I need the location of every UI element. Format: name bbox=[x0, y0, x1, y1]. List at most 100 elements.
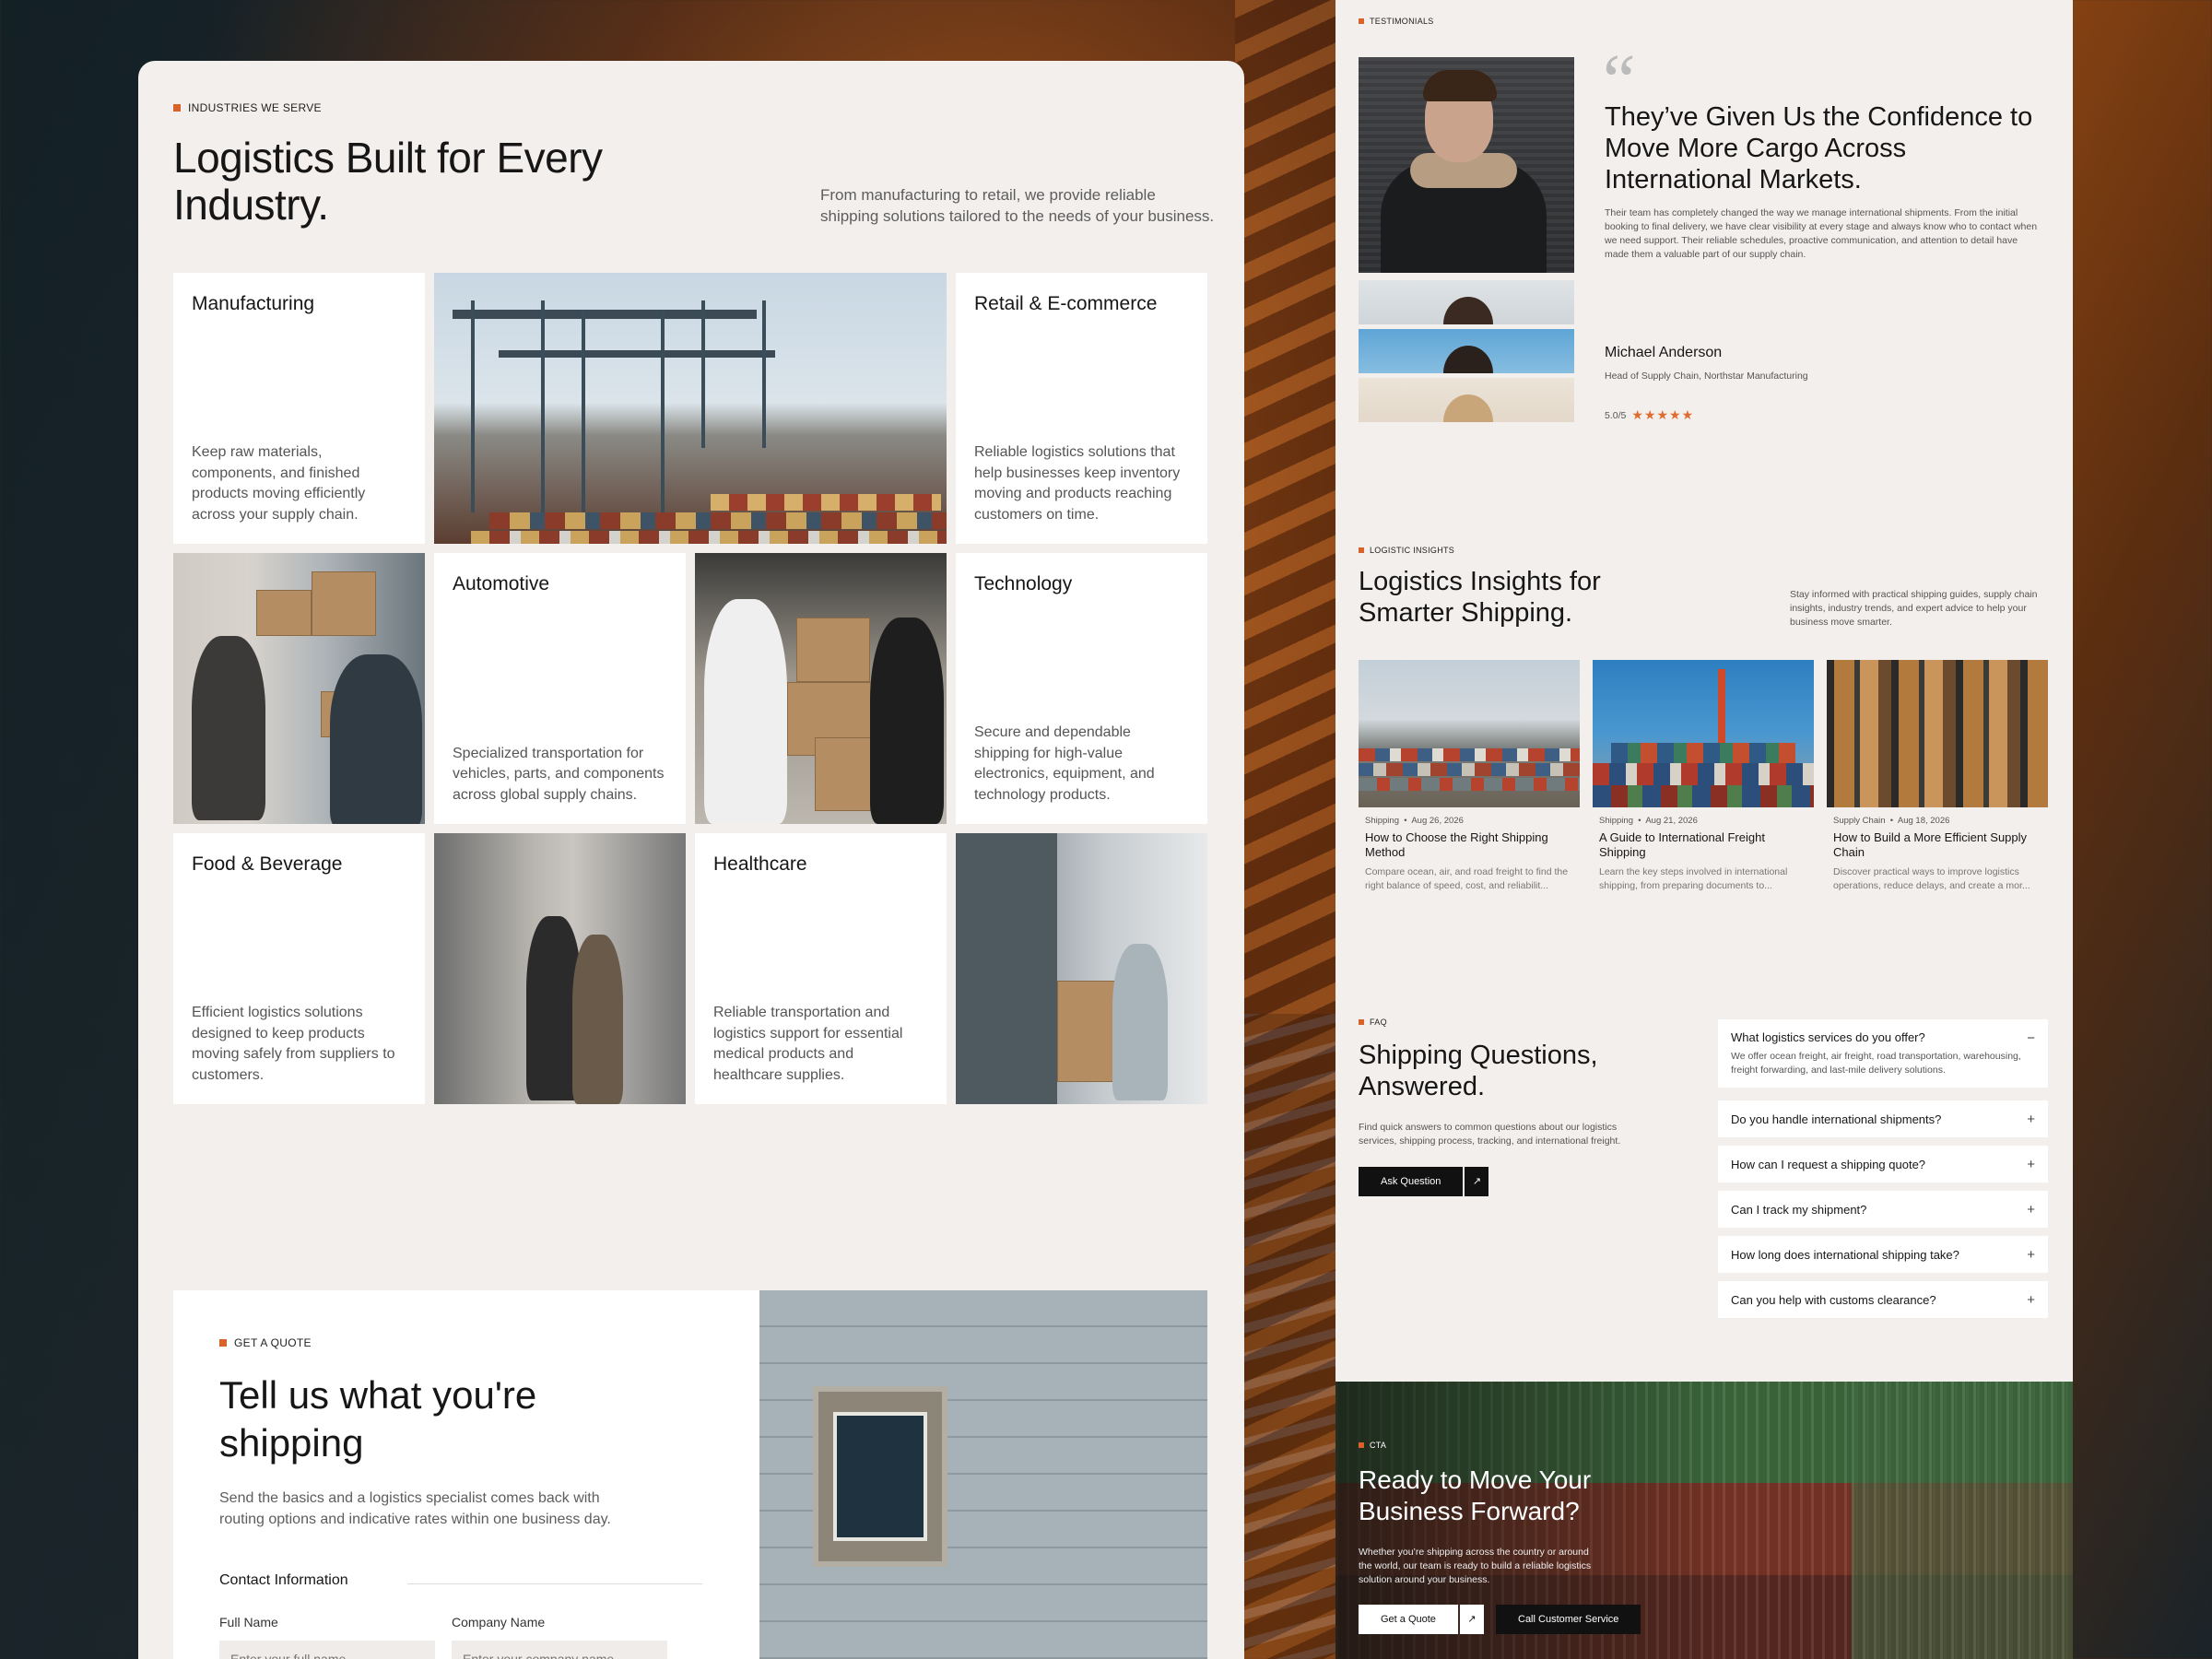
call-customer-service-button[interactable]: Call Customer Service bbox=[1496, 1605, 1641, 1634]
company-name-input[interactable] bbox=[452, 1641, 667, 1659]
industry-card-text: Specialized transportation for vehicles,… bbox=[453, 745, 665, 803]
faq-title: Shipping Questions, Answered. bbox=[1359, 1041, 1598, 1101]
post-excerpt: Compare ocean, air, and road freight to … bbox=[1365, 866, 1569, 891]
crane-leg bbox=[701, 300, 766, 448]
industry-card-title: Automotive bbox=[453, 573, 550, 594]
industry-card-food-beverage[interactable]: Food & Beverage Efficient logistics solu… bbox=[173, 833, 425, 1104]
ask-question-label[interactable]: Ask Question bbox=[1359, 1167, 1464, 1196]
arrow-up-right-icon[interactable]: ↗ bbox=[1459, 1605, 1484, 1634]
industry-card-automotive[interactable]: Automotive Specialized transportation fo… bbox=[434, 553, 686, 824]
container-wall bbox=[1852, 1382, 2073, 1659]
worker-figure bbox=[192, 636, 265, 820]
tag-square-icon bbox=[1359, 1442, 1364, 1448]
crane-leg bbox=[471, 300, 545, 512]
plus-icon[interactable]: + bbox=[2027, 1202, 2035, 1218]
plus-icon[interactable]: + bbox=[2027, 1112, 2035, 1127]
minus-icon[interactable]: − bbox=[2027, 1030, 2035, 1046]
industry-card-healthcare[interactable]: Healthcare Reliable transportation and l… bbox=[695, 833, 947, 1104]
plus-icon[interactable]: + bbox=[2027, 1157, 2035, 1172]
testimonial-rating: 5.0/5 ★★★★★ bbox=[1605, 407, 1694, 423]
post-title[interactable]: A Guide to International Freight Shippin… bbox=[1599, 830, 1811, 860]
tag-square-icon bbox=[173, 104, 181, 112]
worker-figure bbox=[330, 654, 422, 824]
testimonial-thumb[interactable] bbox=[1359, 378, 1574, 422]
industry-card-manufacturing[interactable]: Manufacturing Keep raw materials, compon… bbox=[173, 273, 425, 544]
cta-tag: CTA bbox=[1359, 1441, 1386, 1450]
get-quote-label[interactable]: Get a Quote bbox=[1359, 1605, 1458, 1634]
faq-item[interactable]: How long does international shipping tak… bbox=[1718, 1236, 2048, 1273]
industries-tag: Industries We Serve bbox=[173, 101, 322, 114]
post-image bbox=[1359, 660, 1580, 807]
rating-text: 5.0/5 bbox=[1605, 409, 1627, 421]
insight-post[interactable]: Shipping • Aug 21, 2026 A Guide to Inter… bbox=[1593, 660, 1814, 893]
post-title[interactable]: How to Build a More Efficient Supply Cha… bbox=[1833, 830, 2045, 860]
faq-question[interactable]: Do you handle international shipments? bbox=[1731, 1112, 1941, 1126]
full-name-input[interactable] bbox=[219, 1641, 435, 1659]
van-door bbox=[956, 833, 1057, 1104]
testimonial-thumb[interactable] bbox=[1359, 280, 1574, 324]
industry-card-title: Food & Beverage bbox=[192, 853, 343, 875]
post-meta: Shipping • Aug 26, 2026 bbox=[1365, 816, 1464, 826]
faq-item-open[interactable]: What logistics services do you offer? − W… bbox=[1718, 1019, 2048, 1088]
window bbox=[813, 1386, 947, 1567]
warehouse-aisle-photo bbox=[434, 833, 686, 1104]
arrow-up-right-icon[interactable]: ↗ bbox=[1465, 1167, 1489, 1196]
faq-item[interactable]: How can I request a shipping quote? + bbox=[1718, 1146, 2048, 1182]
plus-icon[interactable]: + bbox=[2027, 1247, 2035, 1263]
full-name-label: Full Name bbox=[219, 1615, 278, 1630]
insight-post[interactable]: Shipping • Aug 26, 2026 How to Choose th… bbox=[1359, 660, 1580, 893]
tag-square-icon bbox=[1359, 547, 1364, 553]
worker-figure bbox=[704, 599, 787, 824]
industry-card-technology[interactable]: Technology Secure and dependable shippin… bbox=[956, 553, 1207, 824]
plus-icon[interactable]: + bbox=[2027, 1292, 2035, 1308]
container-stack bbox=[489, 512, 947, 529]
post-meta: Supply Chain • Aug 18, 2026 bbox=[1833, 816, 1950, 826]
quote-title: Tell us what you're shipping bbox=[219, 1373, 537, 1465]
industry-card-text: Reliable logistics solutions that help b… bbox=[974, 444, 1181, 523]
post-meta: Shipping • Aug 21, 2026 bbox=[1599, 816, 1698, 826]
van-loading-photo bbox=[956, 833, 1207, 1104]
insights-intro: Stay informed with practical shipping gu… bbox=[1790, 589, 2038, 628]
post-image bbox=[1827, 660, 2048, 807]
quote-text: Send the basics and a logistics speciali… bbox=[219, 1490, 611, 1527]
company-name-label: Company Name bbox=[452, 1615, 546, 1630]
faq-question[interactable]: What logistics services do you offer? bbox=[1731, 1030, 1925, 1046]
faq-question[interactable]: Can you help with customs clearance? bbox=[1731, 1293, 1936, 1307]
delivery-boxes-photo bbox=[695, 553, 947, 824]
industry-card-retail[interactable]: Retail & E-commerce Reliable logistics s… bbox=[956, 273, 1207, 544]
faq-item[interactable]: Do you handle international shipments? + bbox=[1718, 1100, 2048, 1137]
industry-card-title: Manufacturing bbox=[192, 293, 315, 314]
insights-title: Logistics Insights for Smarter Shipping. bbox=[1359, 567, 1601, 628]
worker-figure bbox=[572, 935, 623, 1104]
ask-question-button[interactable]: Ask Question ↗ bbox=[1359, 1167, 1489, 1196]
faq-question[interactable]: How can I request a shipping quote? bbox=[1731, 1158, 1925, 1171]
hair bbox=[1423, 70, 1497, 101]
testimonial-thumb[interactable] bbox=[1359, 329, 1574, 373]
industries-grid: Manufacturing Keep raw materials, compon… bbox=[173, 273, 1207, 1106]
faq-question[interactable]: How long does international shipping tak… bbox=[1731, 1248, 1959, 1262]
container-stack bbox=[471, 531, 947, 544]
crane-leg bbox=[582, 310, 665, 512]
industry-card-title: Retail & E-commerce bbox=[974, 293, 1158, 314]
faq-question[interactable]: Can I track my shipment? bbox=[1731, 1203, 1866, 1217]
faq-item[interactable]: Can I track my shipment? + bbox=[1718, 1191, 2048, 1228]
faq-intro: Find quick answers to common questions a… bbox=[1359, 1122, 1621, 1147]
quote-tag: Get a Quote bbox=[219, 1336, 312, 1349]
cta-title: Ready to Move Your Business Forward? bbox=[1359, 1465, 1592, 1525]
industries-panel: Industries We Serve Logistics Built for … bbox=[138, 61, 1244, 1659]
testimonial-body: Their team has completely changed the wa… bbox=[1605, 207, 2038, 260]
cta-text: Whether you’re shipping across the count… bbox=[1359, 1547, 1592, 1585]
post-title[interactable]: How to Choose the Right Shipping Method bbox=[1365, 830, 1577, 860]
testimonial-headline: They’ve Given Us the Confidence to Move … bbox=[1605, 102, 2033, 194]
cardboard-box bbox=[796, 618, 870, 682]
right-panel: Testimonials “ They’ve Given Us the Conf… bbox=[1335, 0, 2073, 1659]
divider bbox=[407, 1583, 702, 1584]
get-quote-button[interactable]: Get a Quote ↗ bbox=[1359, 1605, 1484, 1634]
testimonial-name: Michael Anderson bbox=[1605, 345, 1723, 360]
industries-title: Logistics Built for Every Industry. bbox=[173, 134, 603, 229]
building-wall-photo bbox=[759, 1290, 1207, 1659]
faq-item[interactable]: Can you help with customs clearance? + bbox=[1718, 1281, 2048, 1318]
quote-section: Get a Quote Tell us what you're shipping… bbox=[173, 1290, 1207, 1659]
worker-figure bbox=[1112, 944, 1168, 1100]
insight-post[interactable]: Supply Chain • Aug 18, 2026 How to Build… bbox=[1827, 660, 2048, 893]
